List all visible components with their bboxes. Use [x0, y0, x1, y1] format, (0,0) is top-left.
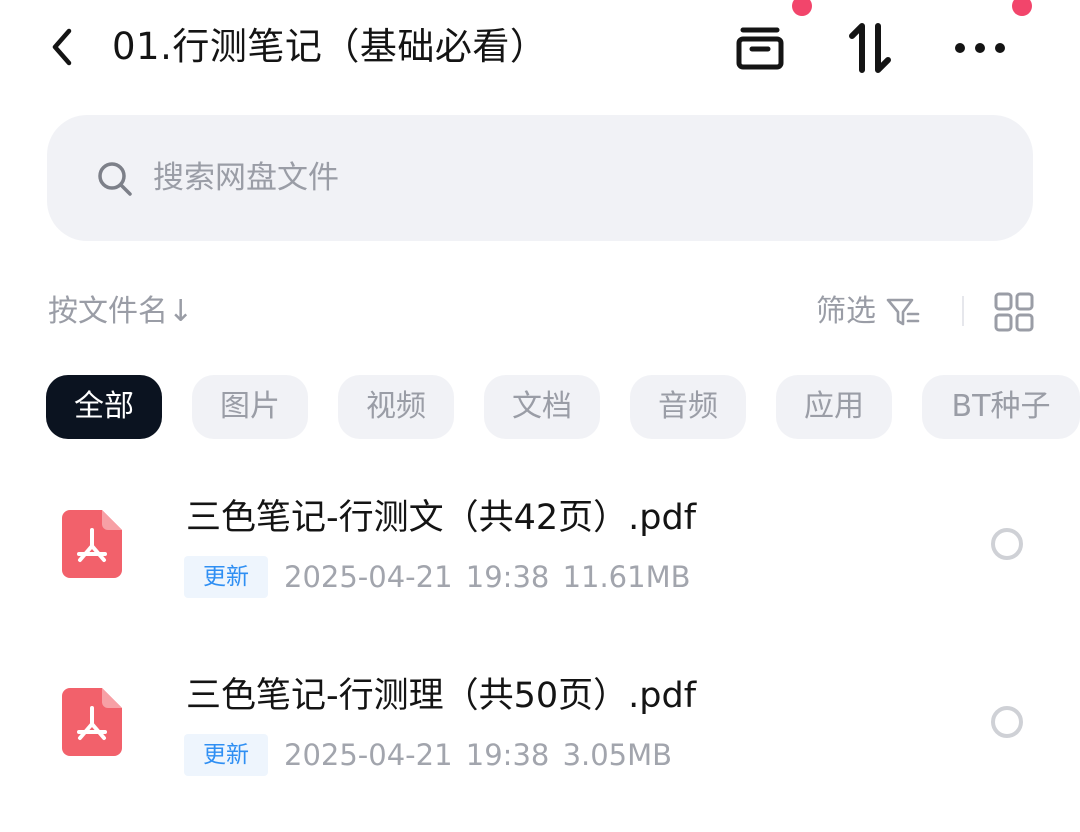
tab-bt-torrents[interactable]: BT种子: [922, 375, 1080, 439]
chevron-left-icon: [52, 28, 72, 66]
tab-audio[interactable]: 音频: [630, 375, 746, 439]
file-date: 2025-04-21: [284, 738, 453, 772]
archive-box-icon: [736, 27, 784, 70]
update-badge: 更新: [184, 556, 268, 598]
page-title: 01.行测笔记（基础必看）: [112, 25, 548, 68]
archive-button[interactable]: [730, 20, 790, 76]
toolbar-divider: [962, 296, 964, 326]
transfer-button[interactable]: [840, 20, 900, 76]
search-icon: [98, 162, 132, 196]
file-list-item[interactable]: 三色笔记-行测文（共42页）.pdf 更新 2025-04-21 19:38 1…: [0, 482, 1080, 632]
select-checkbox[interactable]: [991, 706, 1023, 738]
file-size: 3.05MB: [562, 738, 673, 772]
archive-notification-dot: [792, 0, 812, 16]
tab-documents[interactable]: 文档: [484, 375, 600, 439]
file-meta: 2025-04-21 19:38 3.05MB: [284, 732, 672, 778]
search-input[interactable]: 搜索网盘文件: [153, 155, 339, 201]
file-meta: 2025-04-21 19:38 11.61MB: [284, 554, 691, 600]
file-list-item[interactable]: 三色笔记-行测理（共50页）.pdf 更新 2025-04-21 19:38 3…: [0, 660, 1080, 810]
file-time: 19:38: [465, 738, 550, 772]
filter-icon: [886, 298, 920, 326]
tab-videos[interactable]: 视频: [338, 375, 454, 439]
filter-label: 筛选: [816, 294, 876, 329]
select-checkbox[interactable]: [991, 528, 1023, 560]
tab-all[interactable]: 全部: [46, 375, 162, 439]
pdf-file-icon: [62, 688, 122, 756]
search-bar[interactable]: 搜索网盘文件: [47, 115, 1033, 241]
grid-view-icon[interactable]: [994, 292, 1034, 332]
tab-apps[interactable]: 应用: [776, 375, 892, 439]
tab-images[interactable]: 图片: [192, 375, 308, 439]
file-time: 19:38: [465, 560, 550, 594]
file-size: 11.61MB: [562, 560, 691, 594]
update-badge: 更新: [184, 734, 268, 776]
more-notification-dot: [1012, 0, 1032, 16]
more-dots-icon: [955, 43, 1005, 53]
top-bar: 01.行测笔记（基础必看）: [0, 0, 1080, 96]
sort-filter-bar: 按文件名↓ 筛选: [0, 284, 1080, 344]
transfer-arrows-icon: [849, 23, 891, 73]
back-button[interactable]: [42, 24, 82, 70]
file-name: 三色笔记-行测理（共50页）.pdf: [186, 676, 697, 716]
more-button[interactable]: [950, 20, 1010, 76]
file-name: 三色笔记-行测文（共42页）.pdf: [186, 498, 697, 538]
file-date: 2025-04-21: [284, 560, 453, 594]
sort-by-name-button[interactable]: 按文件名↓: [48, 290, 193, 334]
pdf-file-icon: [62, 510, 122, 578]
filter-button[interactable]: 筛选: [816, 290, 920, 334]
